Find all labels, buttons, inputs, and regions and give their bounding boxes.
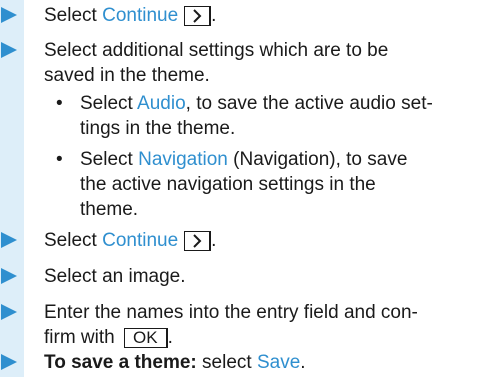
triangle-right-icon (1, 7, 17, 23)
continue-key[interactable] (184, 230, 212, 251)
bullet-dot: • (56, 149, 63, 170)
navigation-link[interactable]: Navigation (138, 149, 228, 170)
continue-link[interactable]: Continue (102, 5, 178, 26)
audio-link[interactable]: Audio (137, 93, 186, 114)
save-link[interactable]: Save (257, 352, 300, 373)
continue-key[interactable] (184, 5, 212, 26)
instruction-list: Select Continue. Select additional setti… (0, 0, 483, 377)
step-text-end: . (167, 327, 173, 348)
step-text-line2: saved in the theme. (44, 65, 210, 86)
bullet-text-line3: theme. (80, 199, 139, 220)
step-text-line2: firm with (44, 327, 120, 348)
chevron-right-icon (193, 234, 202, 248)
bullet-text: Select (80, 149, 139, 170)
step-text-line1: Select additional settings which are to … (44, 40, 389, 61)
step-text-line1: Enter the names into the entry field and… (44, 302, 418, 323)
bullet-dot: • (56, 93, 63, 114)
step-text: Select an image. (44, 266, 186, 287)
chevron-right-icon (193, 9, 202, 23)
bullet-text: , to save the active audio set- (185, 93, 433, 114)
step-text: Select (44, 5, 103, 26)
triangle-right-icon (1, 304, 17, 320)
bullet-text: Select (80, 93, 138, 114)
bullet-text-line2: the active navigation settings in the (80, 174, 376, 195)
triangle-right-icon (1, 232, 17, 248)
continue-link[interactable]: Continue (102, 230, 178, 251)
triangle-right-icon (1, 354, 17, 370)
step-bold-label: To save a theme: (44, 352, 197, 373)
triangle-right-icon (1, 42, 17, 58)
bullet-text-line2: tings in the theme. (80, 118, 236, 139)
ok-key[interactable]: OK (124, 327, 168, 348)
step-text: select (196, 352, 257, 373)
step-text-end: . (300, 352, 306, 373)
ok-key-label: OK (133, 327, 158, 347)
bullet-text: (Navigation), to save (227, 149, 408, 170)
step-text: Select (44, 230, 103, 251)
triangle-right-icon (1, 268, 17, 284)
